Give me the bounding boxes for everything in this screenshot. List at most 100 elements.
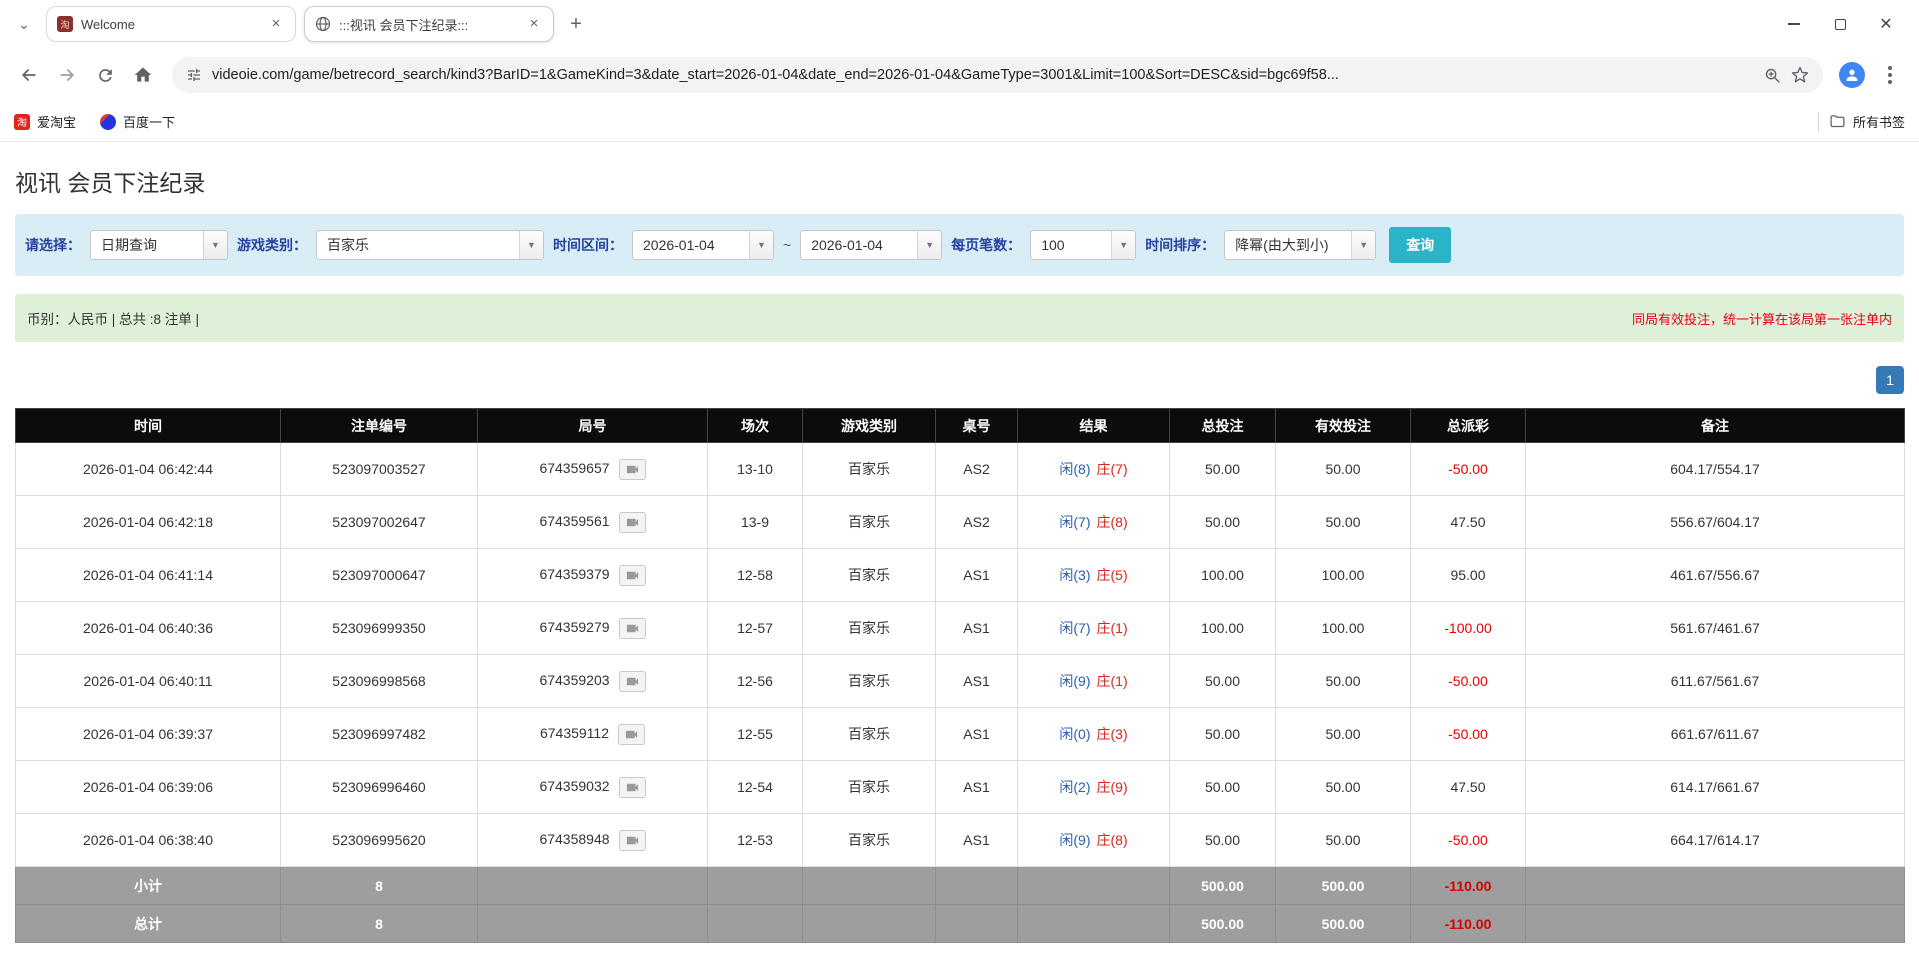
video-replay-icon[interactable] bbox=[619, 565, 646, 586]
cell-note: 561.67/461.67 bbox=[1526, 602, 1905, 655]
cell-total-bet[interactable]: 50.00 bbox=[1170, 655, 1276, 708]
tab-strip: ⌄ 淘 Welcome × :::视讯 会员下注纪录::: × + ✕ bbox=[0, 0, 1919, 48]
video-replay-icon[interactable] bbox=[619, 671, 646, 692]
chevron-down-icon[interactable]: ▼ bbox=[1111, 231, 1135, 259]
video-replay-icon[interactable] bbox=[618, 724, 645, 745]
cell-total-bet[interactable]: 50.00 bbox=[1170, 814, 1276, 867]
chevron-down-icon[interactable]: ▼ bbox=[917, 231, 941, 259]
cell-round: 674359561 bbox=[478, 496, 708, 549]
bookmark-taobao[interactable]: 淘 爱淘宝 bbox=[14, 112, 76, 131]
url-bar[interactable]: videoie.com/game/betrecord_search/kind3?… bbox=[172, 57, 1823, 93]
tab-close-icon[interactable]: × bbox=[267, 15, 285, 33]
cell-time: 2026-01-04 06:42:18 bbox=[16, 496, 281, 549]
tab-close-icon[interactable]: × bbox=[525, 15, 543, 33]
empty-cell bbox=[708, 905, 803, 943]
cell-note: 604.17/554.17 bbox=[1526, 443, 1905, 496]
filter-bar: 请选择： 日期查询 ▼ 游戏类别： 百家乐 ▼ 时间区间： 2026-01-04… bbox=[15, 214, 1904, 276]
window-maximize-button[interactable] bbox=[1817, 7, 1863, 41]
forward-icon[interactable] bbox=[50, 58, 84, 92]
cell-total-bet[interactable]: 100.00 bbox=[1170, 549, 1276, 602]
cell-round: 674359279 bbox=[478, 602, 708, 655]
divider bbox=[1818, 112, 1819, 132]
table-header-row: 时间 注单编号 局号 场次 游戏类别 桌号 结果 总投注 有效投注 总派彩 备注 bbox=[16, 409, 1905, 443]
cell-result: 闲(2)庄(9) bbox=[1018, 761, 1170, 814]
date-start-select[interactable]: 2026-01-04 ▼ bbox=[632, 230, 774, 260]
result-player: 闲(7) bbox=[1059, 620, 1090, 636]
empty-cell bbox=[478, 905, 708, 943]
col-game-kind: 游戏类别 bbox=[803, 409, 936, 443]
result-banker: 庄(7) bbox=[1097, 461, 1128, 477]
video-replay-icon[interactable] bbox=[619, 512, 646, 533]
table-row: 2026-01-04 06:42:18 523097002647 6743595… bbox=[16, 496, 1905, 549]
game-kind-select[interactable]: 百家乐 ▼ bbox=[316, 230, 544, 260]
video-replay-icon[interactable] bbox=[619, 618, 646, 639]
menu-dots-icon[interactable] bbox=[1873, 58, 1907, 92]
cell-total-bet[interactable]: 50.00 bbox=[1170, 496, 1276, 549]
bookmark-star-icon[interactable] bbox=[1791, 66, 1809, 84]
cell-table-no: AS2 bbox=[936, 496, 1018, 549]
summary-bar: 币别：人民币 | 总共 :8 注单 | 同局有效投注，统一计算在该局第一张注单内 bbox=[15, 294, 1904, 342]
table-row: 2026-01-04 06:39:37 523096997482 6743591… bbox=[16, 708, 1905, 761]
round-number: 674359379 bbox=[539, 566, 609, 582]
video-replay-icon[interactable] bbox=[619, 830, 646, 851]
profile-avatar[interactable] bbox=[1835, 58, 1869, 92]
cell-bet-id: 523096997482 bbox=[281, 708, 478, 761]
empty-cell bbox=[936, 867, 1018, 905]
video-replay-icon[interactable] bbox=[619, 777, 646, 798]
bookmark-baidu[interactable]: 百度一下 bbox=[100, 112, 175, 131]
table-row: 2026-01-04 06:42:44 523097003527 6743596… bbox=[16, 443, 1905, 496]
site-settings-tune-icon[interactable] bbox=[186, 67, 202, 83]
subtotal-label: 小计 bbox=[16, 867, 281, 905]
cell-payout: 47.50 bbox=[1411, 761, 1526, 814]
result-player: 闲(0) bbox=[1059, 726, 1090, 742]
result-banker: 庄(1) bbox=[1097, 620, 1128, 636]
cell-game-kind: 百家乐 bbox=[803, 761, 936, 814]
chevron-down-icon[interactable]: ▼ bbox=[203, 231, 227, 259]
empty-cell bbox=[803, 905, 936, 943]
chevron-down-icon[interactable]: ▼ bbox=[1351, 231, 1375, 259]
page-title: 视讯 会员下注纪录 bbox=[15, 164, 1904, 198]
video-replay-icon[interactable] bbox=[619, 459, 646, 480]
cell-game-kind: 百家乐 bbox=[803, 655, 936, 708]
page-size-value: 100 bbox=[1031, 231, 1111, 259]
zoom-icon[interactable] bbox=[1764, 67, 1781, 84]
tab-search-chevron-icon[interactable]: ⌄ bbox=[10, 10, 38, 38]
cell-total-bet[interactable]: 50.00 bbox=[1170, 443, 1276, 496]
date-end-select[interactable]: 2026-01-04 ▼ bbox=[800, 230, 942, 260]
cell-payout: 47.50 bbox=[1411, 496, 1526, 549]
cell-total-bet[interactable]: 100.00 bbox=[1170, 602, 1276, 655]
cell-table-no: AS1 bbox=[936, 814, 1018, 867]
new-tab-button[interactable]: + bbox=[562, 10, 590, 38]
back-icon[interactable] bbox=[12, 58, 46, 92]
cell-total-bet[interactable]: 50.00 bbox=[1170, 708, 1276, 761]
cell-total-bet[interactable]: 50.00 bbox=[1170, 761, 1276, 814]
cell-result: 闲(7)庄(8) bbox=[1018, 496, 1170, 549]
cell-time: 2026-01-04 06:41:14 bbox=[16, 549, 281, 602]
query-type-select[interactable]: 日期查询 ▼ bbox=[90, 230, 228, 260]
query-button[interactable]: 查询 bbox=[1389, 227, 1451, 263]
col-note: 备注 bbox=[1526, 409, 1905, 443]
all-bookmarks-button[interactable]: 所有书签 bbox=[1829, 112, 1905, 131]
empty-cell bbox=[1526, 867, 1905, 905]
home-icon[interactable] bbox=[126, 58, 160, 92]
tab-title: :::视讯 会员下注纪录::: bbox=[339, 15, 517, 34]
tab-betrecord[interactable]: :::视讯 会员下注纪录::: × bbox=[304, 6, 554, 42]
result-banker: 庄(3) bbox=[1097, 726, 1128, 742]
window-minimize-button[interactable] bbox=[1771, 7, 1817, 41]
cell-payout: -50.00 bbox=[1411, 814, 1526, 867]
taobao-icon: 淘 bbox=[14, 114, 30, 130]
chevron-down-icon[interactable]: ▼ bbox=[749, 231, 773, 259]
page-1-button[interactable]: 1 bbox=[1876, 366, 1904, 394]
cell-payout: -50.00 bbox=[1411, 708, 1526, 761]
cell-game-kind: 百家乐 bbox=[803, 708, 936, 761]
cell-table-no: AS2 bbox=[936, 443, 1018, 496]
cell-time: 2026-01-04 06:40:11 bbox=[16, 655, 281, 708]
window-close-button[interactable]: ✕ bbox=[1863, 7, 1909, 41]
refresh-icon[interactable] bbox=[88, 58, 122, 92]
sort-select[interactable]: 降幂(由大到小) ▼ bbox=[1224, 230, 1376, 260]
empty-cell bbox=[803, 867, 936, 905]
chevron-down-icon[interactable]: ▼ bbox=[519, 231, 543, 259]
col-table-no: 桌号 bbox=[936, 409, 1018, 443]
tab-welcome[interactable]: 淘 Welcome × bbox=[46, 6, 296, 42]
page-size-select[interactable]: 100 ▼ bbox=[1030, 230, 1136, 260]
